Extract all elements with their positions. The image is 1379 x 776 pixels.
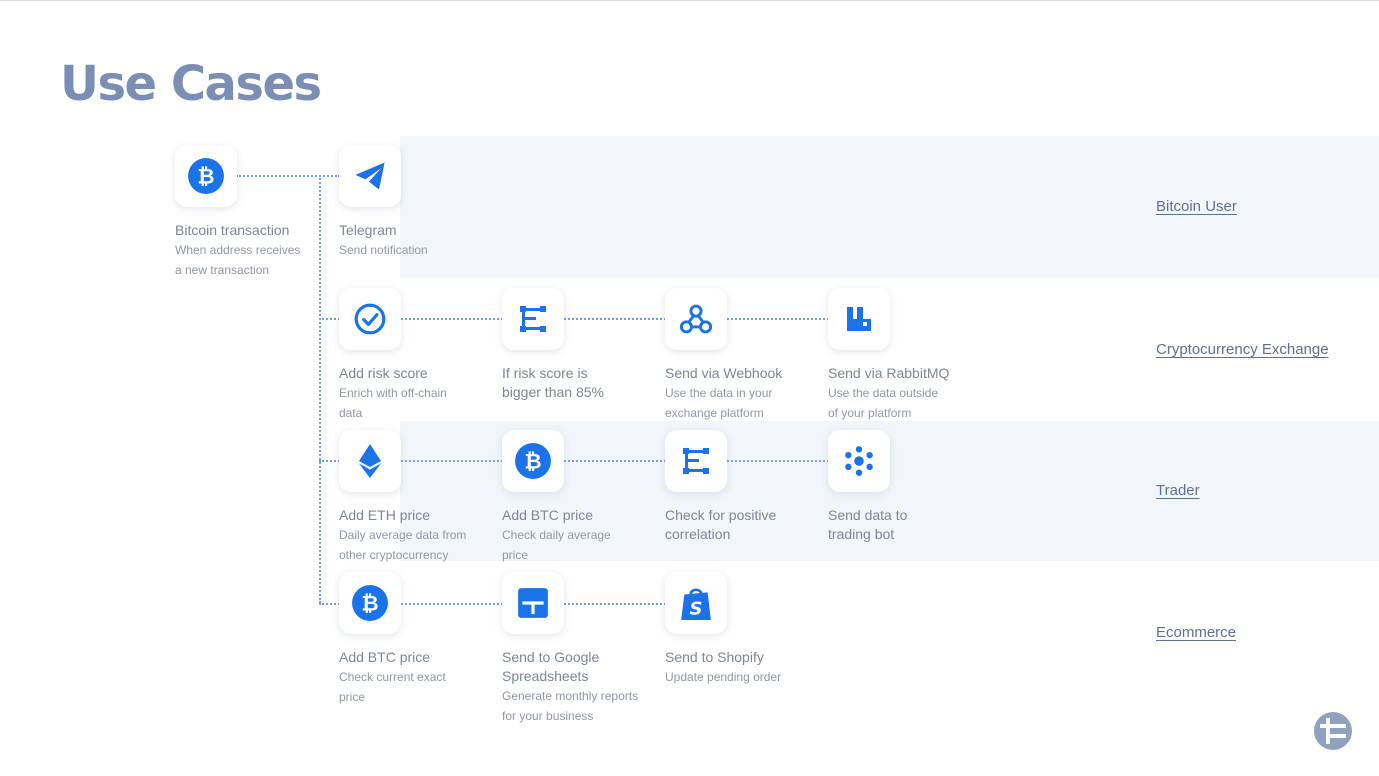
node-title: Send via Webhook [665, 365, 783, 381]
node-tile[interactable] [339, 145, 401, 207]
node-google-spreadsheets[interactable]: Send to Google Spreadsheets Generate mon… [502, 572, 672, 726]
node-title: Bitcoin transaction [175, 222, 290, 238]
node-description: Enrich with off-chain data [339, 386, 447, 420]
node-description: Use the data in your exchange platform [665, 386, 773, 420]
node-add-risk-score[interactable]: Add risk score Enrich with off-chain dat… [339, 288, 509, 423]
svg-text:S: S [690, 599, 703, 620]
node-risk-condition[interactable]: If risk score is bigger than 85% [502, 288, 672, 403]
node-title: Telegram [339, 222, 397, 238]
shopify-icon: S [681, 588, 711, 620]
node-tile[interactable] [502, 288, 564, 350]
node-description: Check current exact price [339, 670, 446, 704]
svg-text:₿: ₿ [197, 163, 214, 188]
condition-icon [683, 448, 709, 474]
node-tile[interactable] [339, 430, 401, 492]
node-description: Update pending order [665, 670, 782, 684]
node-tile[interactable] [665, 430, 727, 492]
node-description: Use the data outside of your platform [828, 386, 939, 420]
node-title: Add ETH price [339, 507, 431, 523]
node-tile[interactable] [502, 572, 564, 634]
node-add-eth-price[interactable]: Add ETH price Daily average data from ot… [339, 430, 509, 565]
google-sheets-icon [518, 588, 548, 618]
node-title: Add risk score [339, 365, 428, 381]
webhook-icon [679, 304, 713, 334]
node-tile[interactable] [828, 288, 890, 350]
node-description: Check daily average price [502, 528, 611, 562]
node-correlation-condition[interactable]: Check for positive correlation [665, 430, 835, 545]
lane-link-bitcoin-user[interactable]: Bitcoin User [1156, 198, 1237, 215]
node-title: Send to Google Spreadsheets [502, 649, 600, 684]
node-tile[interactable] [828, 430, 890, 492]
page-title: Use Cases [60, 56, 322, 112]
node-tile[interactable]: ₿ [339, 572, 401, 634]
node-title: Send to Shopify [665, 649, 764, 665]
bitcoin-icon: ₿ [515, 443, 551, 479]
condition-icon [520, 306, 546, 332]
node-description: Send notification [339, 243, 428, 257]
node-add-btc-price-daily[interactable]: ₿ Add BTC price Check daily average pric… [502, 430, 672, 565]
node-tile[interactable]: S [665, 572, 727, 634]
node-tile[interactable] [665, 288, 727, 350]
node-trading-bot[interactable]: Send data to trading bot [828, 430, 998, 545]
lane-link-trader[interactable]: Trader [1156, 482, 1200, 499]
svg-text:₿: ₿ [361, 590, 378, 615]
lane-link-cryptocurrency-exchange[interactable]: Cryptocurrency Exchange [1156, 341, 1329, 358]
node-tile[interactable]: ₿ [502, 430, 564, 492]
node-title: Check for positive correlation [665, 507, 777, 542]
connector-line [319, 460, 340, 462]
rabbitmq-icon [847, 307, 871, 331]
bot-hub-icon [845, 446, 873, 476]
brand-logo-icon [1314, 712, 1352, 750]
node-webhook[interactable]: Send via Webhook Use the data in your ex… [665, 288, 835, 423]
top-divider [0, 0, 1379, 1]
node-title: Send data to trading bot [828, 507, 908, 542]
telegram-icon [355, 162, 385, 190]
node-shopify[interactable]: S Send to Shopify Update pending order [665, 572, 835, 688]
connector-line [319, 318, 340, 320]
ethereum-icon [359, 444, 381, 478]
node-add-btc-price-exact[interactable]: ₿ Add BTC price Check current exact pric… [339, 572, 509, 707]
node-title: Add BTC price [339, 649, 431, 665]
lane-link-ecommerce[interactable]: Ecommerce [1156, 624, 1236, 641]
node-description: Generate monthly reports for your busine… [502, 689, 639, 723]
trigger-node[interactable]: ₿ Bitcoin transaction When address recei… [175, 145, 345, 280]
node-description: Daily average data from other cryptocurr… [339, 528, 467, 562]
node-title: If risk score is bigger than 85% [502, 365, 604, 400]
bitcoin-icon: ₿ [188, 158, 224, 194]
node-rabbitmq[interactable]: Send via RabbitMQ Use the data outside o… [828, 288, 998, 423]
node-tile[interactable] [339, 288, 401, 350]
node-title: Send via RabbitMQ [828, 365, 950, 381]
node-telegram[interactable]: Telegram Send notification [339, 145, 509, 261]
connector-line [319, 603, 340, 605]
node-title: Add BTC price [502, 507, 594, 523]
check-circle-icon [354, 303, 386, 335]
trigger-tile[interactable]: ₿ [175, 145, 237, 207]
bitcoin-icon: ₿ [352, 585, 388, 621]
svg-text:₿: ₿ [524, 448, 541, 473]
node-description: When address receives a new transaction [175, 243, 301, 277]
